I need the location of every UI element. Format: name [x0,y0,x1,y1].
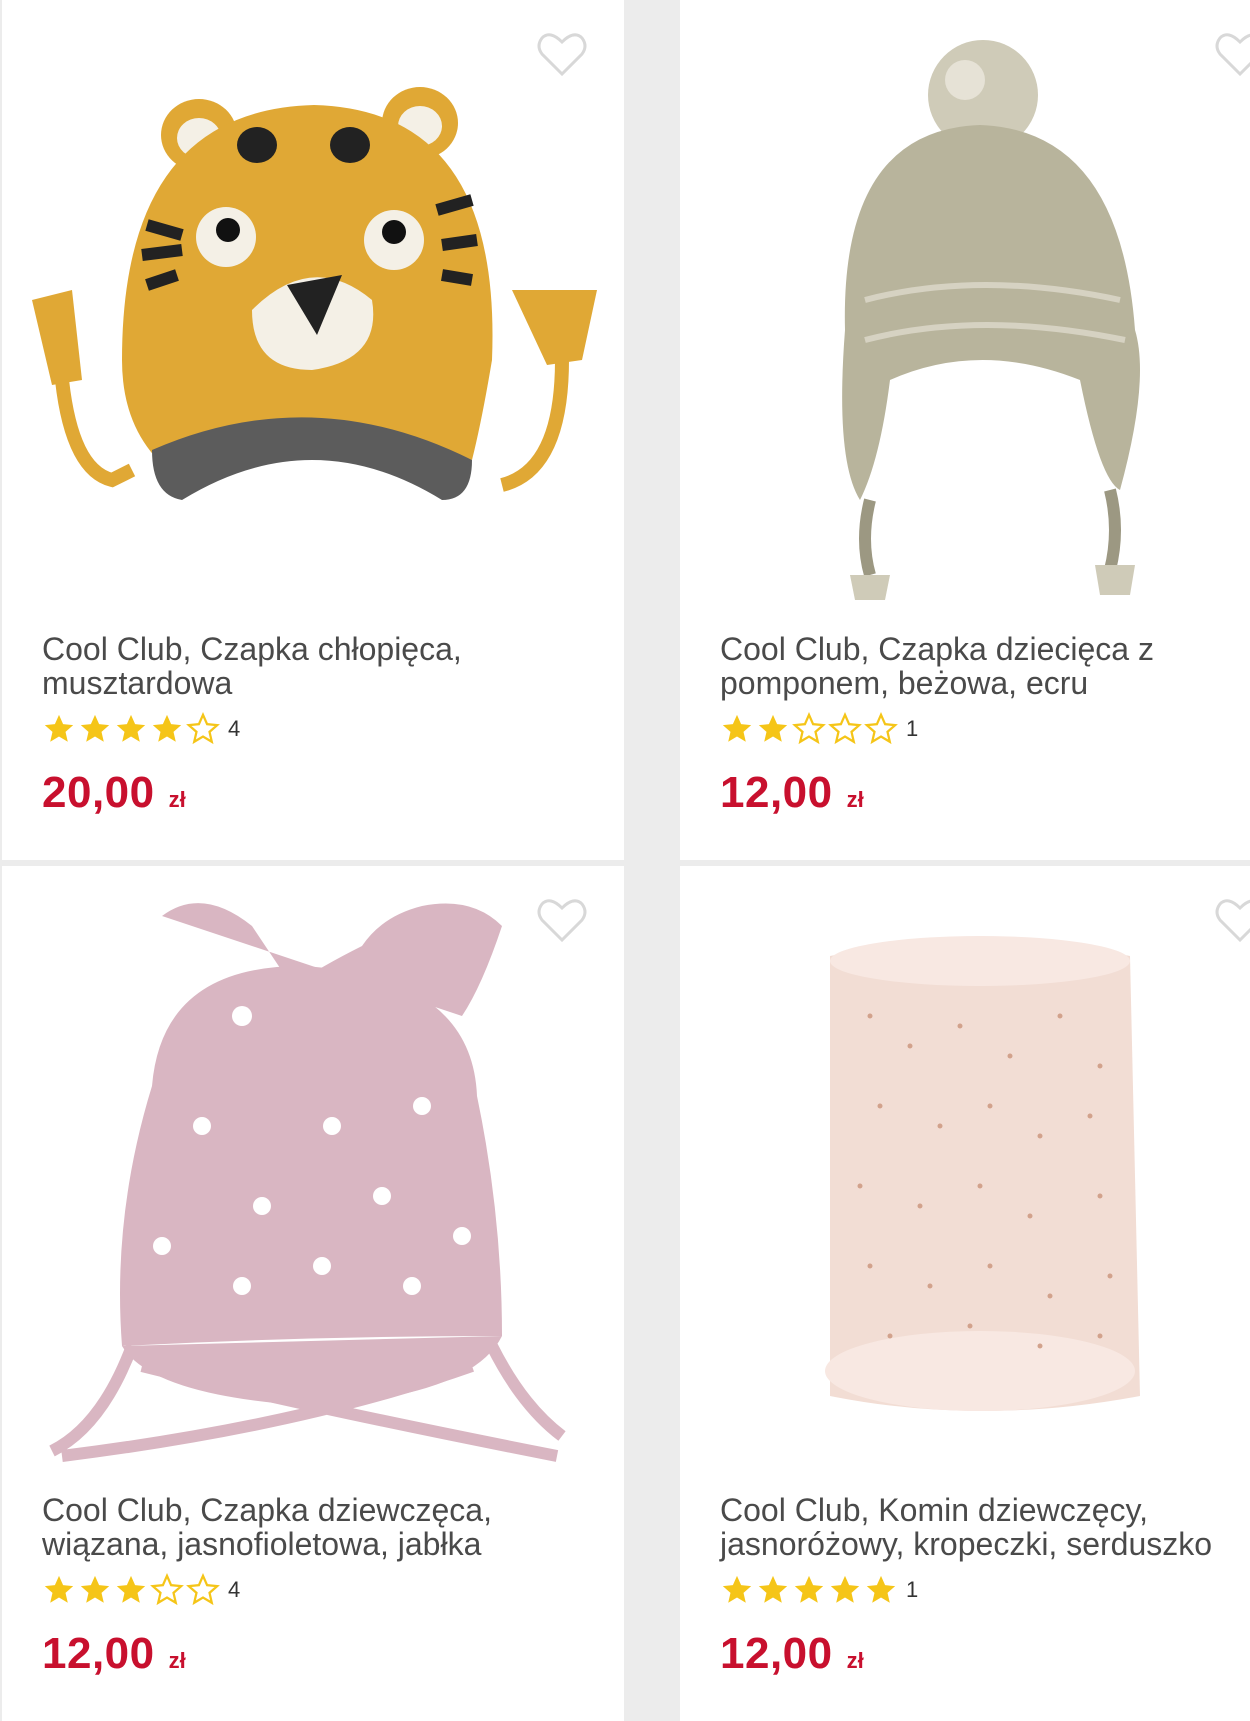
tiger-hat-image[interactable] [2,0,624,620]
review-count: 4 [228,1577,241,1602]
price-amount: 20,00 [42,768,155,817]
star-empty-icon [864,712,898,746]
star-empty-icon [792,712,826,746]
product-card[interactable]: Cool Club, Czapka dziewczęca, wiązana, j… [2,866,624,1721]
star-filled-icon [756,712,790,746]
price-currency: zł [168,787,186,812]
price-amount: 12,00 [720,768,833,817]
star-filled-icon [78,712,112,746]
star-filled-icon [720,712,754,746]
star-filled-icon [114,712,148,746]
star-filled-icon [792,1573,826,1607]
star-filled-icon [828,1573,862,1607]
price-currency: zł [168,1648,186,1673]
price-currency: zł [846,1648,864,1673]
review-count: 4 [228,716,241,741]
product-title[interactable]: Cool Club, Czapka chłopięca, musztardowa [42,632,602,700]
star-filled-icon [150,712,184,746]
product-title[interactable]: Cool Club, Komin dziewczęcy, jasnoróżowy… [720,1493,1250,1561]
tie-hat-image[interactable] [2,866,624,1486]
star-empty-icon [186,1573,220,1607]
product-card[interactable]: Cool Club, Komin dziewczęcy, jasnoróżowy… [680,866,1250,1721]
price: 20,00 zł [42,768,186,818]
star-empty-icon [186,712,220,746]
star-filled-icon [756,1573,790,1607]
rating: 1 [720,712,918,746]
pompom-hat-image[interactable] [680,0,1250,620]
snood-image[interactable] [680,866,1250,1486]
price: 12,00 zł [720,768,864,818]
star-filled-icon [42,712,76,746]
product-title[interactable]: Cool Club, Czapka dziecięca z pomponem, … [720,632,1240,700]
price-currency: zł [846,787,864,812]
review-count: 1 [906,1577,919,1602]
product-title[interactable]: Cool Club, Czapka dziewczęca, wiązana, j… [42,1493,602,1561]
heart-icon[interactable] [1214,896,1250,944]
price: 12,00 zł [720,1629,864,1679]
heart-icon[interactable] [1214,30,1250,78]
rating: 1 [720,1573,918,1607]
price-amount: 12,00 [720,1629,833,1678]
product-card[interactable]: Cool Club, Czapka dziecięca z pomponem, … [680,0,1250,860]
heart-icon[interactable] [536,30,588,78]
rating: 4 [42,1573,240,1607]
star-empty-icon [828,712,862,746]
rating: 4 [42,712,240,746]
star-filled-icon [78,1573,112,1607]
price: 12,00 zł [42,1629,186,1679]
star-filled-icon [864,1573,898,1607]
star-filled-icon [114,1573,148,1607]
product-card[interactable]: Cool Club, Czapka chłopięca, musztardowa… [2,0,624,860]
review-count: 1 [906,716,919,741]
star-filled-icon [720,1573,754,1607]
star-empty-icon [150,1573,184,1607]
star-filled-icon [42,1573,76,1607]
price-amount: 12,00 [42,1629,155,1678]
heart-icon[interactable] [536,896,588,944]
